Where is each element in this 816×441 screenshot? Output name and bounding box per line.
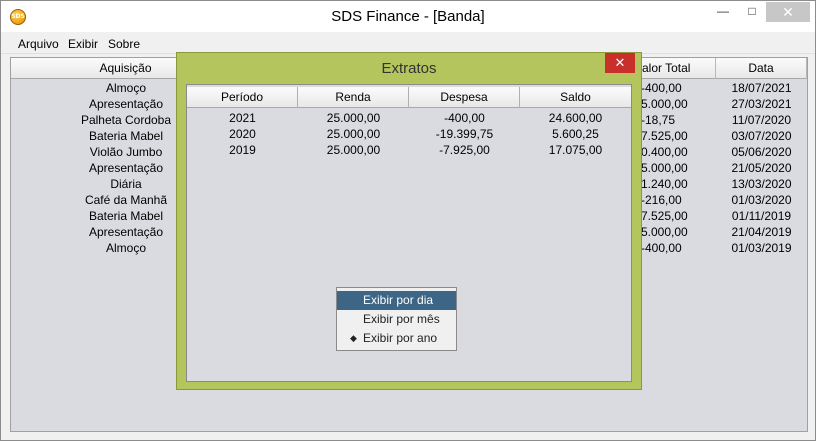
cell-valor-total: 1.240,00 [641, 177, 688, 191]
cell-despesa: -400,00 [444, 111, 485, 125]
column-header-saldo[interactable]: Saldo [520, 87, 631, 108]
cell-valor-total: -216,00 [641, 193, 682, 207]
cell-valor-total: 7.525,00 [641, 129, 688, 143]
cell-valor-total: -18,75 [641, 113, 676, 127]
cell-saldo: 17.075,00 [548, 143, 603, 157]
title-bar: SDS SDS Finance - [Banda] — □ ✕ [1, 1, 815, 32]
cell-data: 01/03/2019 [731, 241, 792, 255]
menu-bar: Arquivo Exibir Sobre [1, 32, 815, 54]
column-header-valor-total[interactable]: alor Total [641, 58, 716, 79]
cell-periodo: 2021 [229, 111, 256, 125]
main-window: SDS SDS Finance - [Banda] — □ ✕ Arquivo … [0, 0, 816, 441]
cell-saldo: 24.600,00 [548, 111, 603, 125]
cell-despesa: -7.925,00 [439, 143, 490, 157]
cell-data: 01/11/2019 [731, 209, 792, 223]
cell-valor-total: -400,00 [641, 241, 682, 255]
statement-table-body: 2021 25.000,00 -400,00 24.600,00 2020 25.000,… [187, 110, 631, 158]
menu-arquivo[interactable]: Arquivo [18, 37, 59, 51]
cell-data: 13/03/2020 [731, 177, 792, 191]
maximize-button[interactable]: □ [738, 4, 766, 25]
close-button[interactable]: ✕ [766, 2, 810, 22]
menu-sobre[interactable]: Sobre [108, 37, 140, 51]
cell-data: 21/04/2019 [731, 225, 792, 239]
column-header-renda[interactable]: Renda [298, 87, 409, 108]
dialog-title: Extratos [381, 60, 437, 77]
cell-valor-total: 5.000,00 [641, 161, 688, 175]
menu-item-por-mes[interactable]: Exibir por mês [337, 310, 456, 329]
cell-renda: 25.000,00 [326, 143, 381, 157]
menu-item-por-ano[interactable]: ◆ Exibir por ano [337, 329, 456, 348]
column-header-data[interactable]: Data [716, 58, 807, 79]
view-context-menu: Exibir por dia Exibir por mês ◆ Exibir por … [336, 287, 457, 351]
cell-saldo: 5.600,25 [552, 127, 599, 141]
statement-table-header: Período Renda Despesa Saldo [187, 87, 631, 108]
table-row[interactable]: 2019 25.000,00 -7.925,00 17.075,00 [187, 142, 631, 158]
cell-periodo: 2019 [229, 143, 256, 157]
cell-periodo: 2020 [229, 127, 256, 141]
cell-valor-total: 5.000,00 [641, 97, 688, 111]
column-header-despesa[interactable]: Despesa [409, 87, 520, 108]
cell-despesa: -19.399,75 [435, 127, 494, 141]
table-row[interactable]: 2020 25.000,00 -19.399,75 5.600,25 [187, 126, 631, 142]
cell-renda: 25.000,00 [326, 111, 381, 125]
menu-exibir[interactable]: Exibir [68, 37, 98, 51]
cell-valor-total: 0.400,00 [641, 145, 688, 159]
cell-data: 21/05/2020 [731, 161, 792, 175]
menu-item-label: Exibir por mês [363, 312, 440, 326]
menu-item-label: Exibir por dia [363, 293, 434, 307]
cell-data: 11/07/2020 [731, 113, 792, 127]
menu-item-label: Exibir por ano [363, 331, 438, 345]
window-title: SDS Finance - [Banda] [331, 8, 485, 25]
cell-data: 27/03/2021 [731, 97, 792, 111]
cell-valor-total: 5.000,00 [641, 225, 688, 239]
cell-data: 01/03/2020 [731, 193, 792, 207]
dialog-close-button[interactable]: ✕ [605, 53, 635, 73]
cell-renda: 25.000,00 [326, 127, 381, 141]
checked-diamond-icon: ◆ [350, 333, 357, 343]
cell-data: 03/07/2020 [731, 129, 792, 143]
cell-data: 18/07/2021 [731, 81, 792, 95]
column-header-periodo[interactable]: Período [187, 87, 298, 108]
cell-valor-total: 7.525,00 [641, 209, 688, 223]
minimize-button[interactable]: — [709, 4, 737, 25]
cell-data: 05/06/2020 [731, 145, 792, 159]
cell-valor-total: -400,00 [641, 81, 682, 95]
menu-item-por-dia[interactable]: Exibir por dia [337, 291, 456, 310]
table-row[interactable]: 2021 25.000,00 -400,00 24.600,00 [187, 110, 631, 126]
